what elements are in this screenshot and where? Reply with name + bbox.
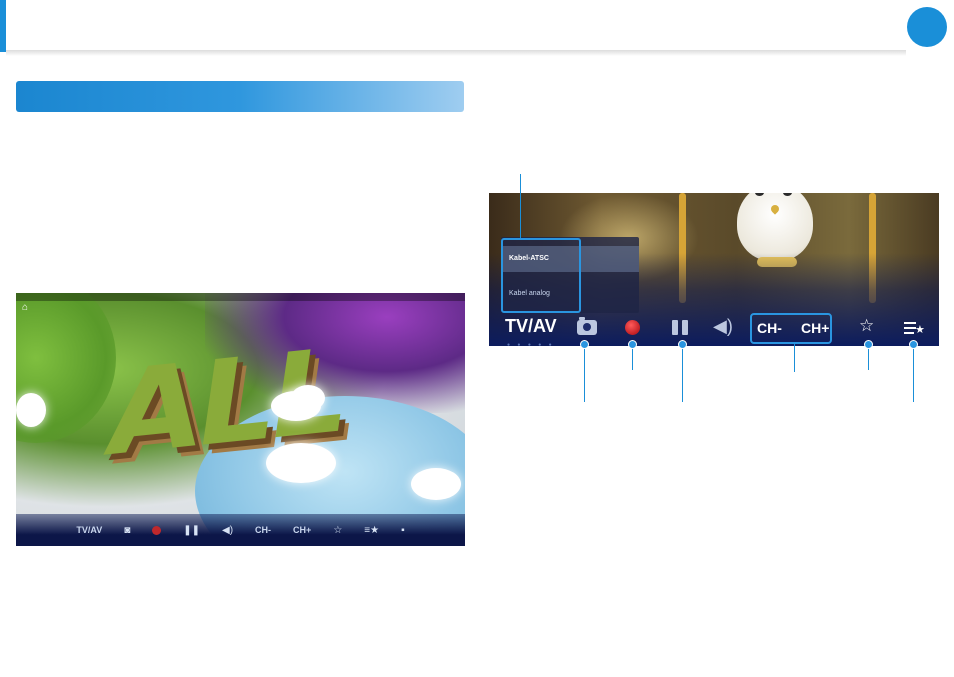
ch-plus-button[interactable]: CH+ bbox=[293, 525, 311, 535]
callout-line bbox=[794, 344, 795, 372]
source-menu-highlight bbox=[501, 238, 581, 313]
tvav-button[interactable]: TV/AV bbox=[76, 525, 102, 535]
star-icon[interactable]: ☆ bbox=[333, 525, 342, 536]
pause-icon[interactable] bbox=[672, 320, 689, 335]
camera-icon[interactable]: ◙ bbox=[124, 525, 130, 536]
status-bar bbox=[16, 293, 465, 301]
callout-line bbox=[913, 344, 914, 402]
callout-line bbox=[584, 344, 585, 402]
ch-plus-button[interactable]: CH+ bbox=[801, 320, 829, 336]
pause-icon[interactable]: ❚❚ bbox=[183, 525, 200, 536]
camera-icon[interactable] bbox=[577, 317, 597, 335]
owl-eye bbox=[783, 193, 792, 196]
favorites-list-icon[interactable]: ≡★ bbox=[364, 525, 379, 536]
tv-control-toolbar: TV/AV ◙ ❚❚ ◀) CH- CH+ ☆ ≡★ ▪ bbox=[16, 514, 465, 546]
home-icon[interactable]: ⌂ bbox=[22, 302, 28, 313]
ch-minus-button[interactable]: CH- bbox=[757, 320, 782, 336]
star-icon[interactable]: ☆ bbox=[859, 316, 874, 336]
header-accent-bar bbox=[0, 0, 6, 52]
owl-beak bbox=[769, 203, 781, 215]
more-icon[interactable]: ▪ bbox=[401, 525, 405, 536]
favorites-list-icon[interactable]: ★ bbox=[904, 320, 926, 336]
cloud bbox=[411, 468, 461, 500]
callout-dot bbox=[628, 340, 637, 349]
cloud bbox=[16, 393, 46, 427]
section-title-bar bbox=[16, 81, 464, 112]
volume-icon[interactable]: ◀) bbox=[222, 525, 233, 536]
record-icon[interactable] bbox=[152, 525, 162, 535]
callout-line bbox=[682, 344, 683, 402]
page-number-badge bbox=[907, 7, 947, 47]
ch-minus-button[interactable]: CH- bbox=[255, 525, 271, 535]
cloud bbox=[266, 443, 336, 483]
tvav-button[interactable]: TV/AV bbox=[505, 316, 557, 337]
owl bbox=[737, 193, 813, 261]
record-icon[interactable] bbox=[625, 320, 640, 335]
cloud bbox=[291, 385, 325, 411]
volume-icon[interactable]: ◀) bbox=[713, 316, 733, 337]
tv-screenshot-full: ⌂ ALL TV/AV ◙ ❚❚ ◀) CH- CH+ ☆ ≡★ ▪ bbox=[16, 293, 465, 546]
header-rule bbox=[6, 50, 906, 56]
callout-line bbox=[520, 174, 521, 238]
tvav-indicator-dots: ● ● ● ● ● bbox=[507, 342, 555, 348]
callout-dot bbox=[580, 340, 589, 349]
callout-dot bbox=[678, 340, 687, 349]
callout-dot bbox=[864, 340, 873, 349]
callout-dot bbox=[909, 340, 918, 349]
owl-eye bbox=[755, 193, 764, 196]
